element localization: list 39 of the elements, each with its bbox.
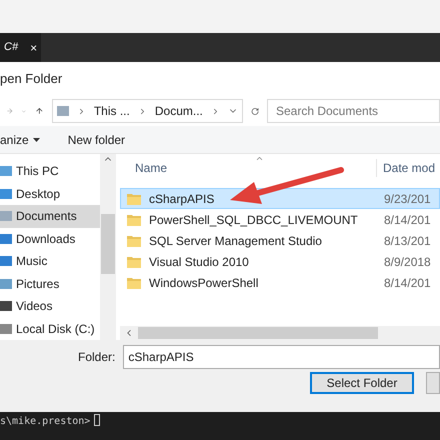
file-name: Visual Studio 2010 [149,254,249,270]
search-field[interactable]: Search Documents [266,99,440,123]
sidebar-item[interactable]: Videos [0,295,100,318]
breadcrumb[interactable]: Docum... [154,102,203,120]
sidebar-item[interactable]: Documents [0,205,100,228]
address-bar[interactable]: This ... Docum... [52,99,243,123]
breadcrumb[interactable]: This ... [94,102,130,120]
file-row[interactable]: SQL Server Management Studio 8/13/201 [120,230,440,251]
file-name: WindowsPowerShell [149,274,258,292]
sidebar-item[interactable]: Local Disk (C:) [0,318,100,340]
date-cell-text: 8/14/201 [383,274,431,292]
folder-label: Folder: [78,349,116,366]
file-row[interactable]: cSharpAPIS 9/23/201 [120,188,440,209]
date-cell-text: 8/14/201 [383,212,431,228]
file-row[interactable]: PowerShell_SQL_DBCC_LIVEMOUNT 8/14/201 [120,209,440,230]
terminal-prompt: s\mike.preston> [0,415,90,429]
column-header[interactable]: Name [120,159,377,177]
editor-tab[interactable]: C# × [0,33,42,62]
new-folder-button[interactable]: New folder [68,130,126,148]
dialog-title: pen Folder [0,70,62,88]
file-row[interactable]: Visual Studio 2010 8/9/2018 [120,251,440,272]
date-cell-text: 8/9/2018 [383,254,431,270]
select-folder-button[interactable]: Select Folder [310,372,414,394]
file-name: cSharpAPIS [149,190,214,208]
file-name: SQL Server Management Studio [149,232,322,250]
date-cell-text: 8/13/201 [383,232,431,250]
sidebar-item[interactable]: Desktop [0,182,100,205]
sidebar-item[interactable]: This PC [0,160,100,182]
organize-menu[interactable]: anize [0,130,40,148]
column-header[interactable]: Date mod [377,159,436,177]
close-icon[interactable]: × [30,38,38,56]
date-cell-text: 9/23/201 [383,190,431,208]
folder-field[interactable]: cSharpAPIS [123,345,440,369]
file-row[interactable]: WindowsPowerShell 8/14/201 [120,272,440,293]
file-name: PowerShell_SQL_DBCC_LIVEMOUNT [149,212,358,228]
tab-label: C# [4,40,18,56]
sidebar-item[interactable]: Pictures [0,272,100,295]
sidebar-item[interactable]: Downloads [0,228,100,250]
sidebar-item[interactable]: Music [0,250,100,272]
